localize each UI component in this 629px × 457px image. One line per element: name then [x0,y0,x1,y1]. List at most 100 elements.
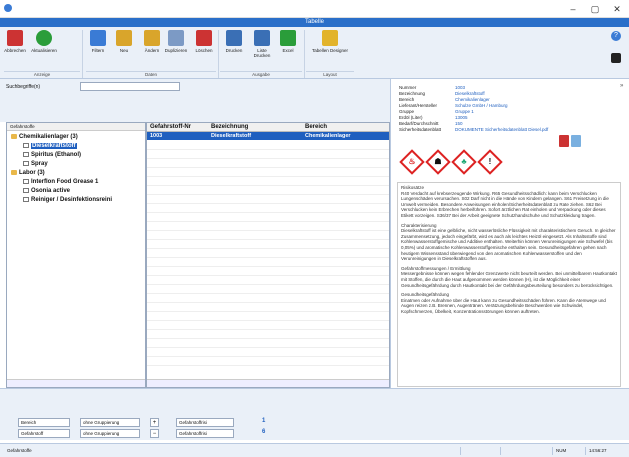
ribbon-title: Tabelle [0,18,629,27]
cell-bezeichnung: Dieselkraftstoff [211,133,252,139]
tree-node-spiritus[interactable]: Spiritus (Ethanol) [23,152,81,158]
help-icon[interactable]: ? [611,31,621,41]
field-label: Nummer [399,85,417,90]
ghs-exclamation-icon: ! [477,149,503,175]
delete-icon [196,30,212,46]
ghs-flammable-icon: ♨ [399,149,425,175]
folder-icon [11,134,17,139]
group-label-daten: Daten [86,71,216,78]
column-header-bereich[interactable]: Bereich [305,124,327,130]
print-list-button[interactable]: Liste Drucken [250,30,274,58]
filter-field-select[interactable]: Gefahrstoff [18,429,70,438]
pdf-icon[interactable] [559,135,569,147]
field-value: Dieselkraftstoff [455,91,485,96]
title-bar: – ▢ ✕ [0,0,629,18]
refresh-button[interactable]: Aktualisieren [30,30,58,53]
status-text: Gefahrstoffe [7,448,32,453]
copy-icon[interactable] [571,135,581,147]
tree-header: Gefahrstoffe [7,123,145,131]
group-label-ausgabe: Ausgabe [220,71,302,78]
new-icon [116,30,132,46]
clock: 14:56:27 [585,447,625,455]
data-grid: Gefahrstoff-Nr Bezeichnung Bereich 1003 … [146,122,390,388]
text-paragraph: Gefahrstoffmessungen / Ermittlung Messer… [401,265,617,288]
cell-nr: 1003 [150,133,163,139]
tree-node-reiniger[interactable]: Reiniger / Desinfektionsreini [23,197,112,203]
datasheet-link[interactable]: DOKUMENTE Sicherheitsdatenblatt Diesel.p… [455,127,548,132]
folder-icon [11,170,17,175]
table-row[interactable]: 1003 Dieselkraftstoff Chemikalienlager [147,132,389,140]
cancel-button[interactable]: Abbrechen [4,30,26,53]
document-icon [23,143,29,148]
field-value: Chemikalienlager [455,97,490,102]
search-label: Suchbegriffe(n) [6,84,41,90]
column-header-nr[interactable]: Gefahrstoff-Nr [150,124,191,130]
text-paragraph: Gesundheitsgefährdung Einatmen oder Aufn… [401,292,606,314]
tree-horizontal-scrollbar[interactable] [7,379,145,387]
exit-icon [7,30,23,46]
search-area [0,79,390,122]
table-designer-button[interactable]: Tabellen Designer [308,30,352,53]
grouping-select[interactable]: ohne Gruppierung [80,418,140,427]
grid-header: Gefahrstoff-Nr Bezeichnung Bereich [147,123,389,132]
filter-icon [90,30,106,46]
tree-view: Gefahrstoffe Chemikalienlager (3) Diesel… [6,122,146,388]
ghs-health-hazard-icon: ☗ [425,149,451,175]
description-textbox[interactable]: Risikosätze R40 Verdacht auf krebserzeug… [397,182,621,387]
tree-node-labor[interactable]: Labor (3) [11,170,45,176]
search-input[interactable] [80,82,180,91]
tree-node-chemikalienlager[interactable]: Chemikalienlager (3) [11,134,78,140]
field-label: Bezeichnung [399,91,426,96]
field-value: 13005 [455,115,468,120]
grid-horizontal-scrollbar[interactable] [147,379,389,387]
maximize-button[interactable]: ▢ [585,2,605,16]
field-value: 1003 [455,85,466,90]
group-field-select[interactable]: Gefahrstoffrisi [176,418,234,427]
duplicate-button[interactable]: Duplizieren [162,30,190,53]
tree-node-dieselkraftstoff[interactable]: Dieselkraftstoff [23,143,77,150]
delete-button[interactable]: Löschen [193,30,215,53]
status-box [500,447,540,455]
ghs-environment-icon: ♣ [451,149,477,175]
tree-node-interflon[interactable]: Interflon Food Grease 1 [23,179,98,185]
filter-bar: Bereich ohne Gruppierung + Gefahrstoffri… [0,388,629,440]
column-header-bezeichnung[interactable]: Bezeichnung [211,124,248,130]
tree-node-spray[interactable]: Spray [23,161,48,167]
document-icon [23,179,29,184]
field-value: Schulze GmbH / Hamburg [455,103,508,108]
filter-field-select[interactable]: Bereich [18,418,70,427]
new-button[interactable]: Neu [114,30,134,53]
duplicate-icon [168,30,184,46]
field-label: Erdöl (Liter) [399,115,423,120]
minimize-button[interactable]: – [563,2,583,16]
excel-button[interactable]: Excel [278,30,298,53]
detail-panel: Nummer 1003 Bezeichnung Dieselkraftstoff B… [390,79,629,388]
add-filter-button[interactable]: + [150,418,159,427]
print-icon [226,30,242,46]
document-icon [23,197,29,202]
grouping-select[interactable]: ohne Gruppierung [80,429,140,438]
field-label: Sicherheitsdatenblatt [399,127,442,132]
app-icon [4,4,12,12]
field-label: Bereich [399,97,415,102]
count-value: 6 [262,429,266,435]
edit-icon [144,30,160,46]
field-label: Gruppe [399,109,415,114]
text-paragraph: Risikosätze R40 Verdacht auf krebserzeug… [401,185,609,218]
group-field-select[interactable]: Gefahrstoffrisi [176,429,234,438]
camera-icon[interactable] [611,53,621,63]
designer-icon [322,30,338,46]
count-value: 1 [262,418,266,424]
edit-button[interactable]: Ändern [142,30,162,53]
cell-bereich: Chemikalienlager [305,133,351,139]
text-paragraph: Charakterisierung Dieselkraftstoff ist e… [401,222,616,262]
collapse-icon[interactable]: » [620,83,623,89]
remove-filter-button[interactable]: − [150,429,159,438]
filter-button[interactable]: Filtern [88,30,108,53]
print-button[interactable]: Drucken [222,30,246,53]
field-value: Gruppe 1 [455,109,474,114]
field-value: 150 [455,121,463,126]
tree-node-osonia[interactable]: Osonia active [23,188,70,194]
field-label: Bedarf/Durchschnitt [399,121,439,126]
close-button[interactable]: ✕ [607,2,627,16]
